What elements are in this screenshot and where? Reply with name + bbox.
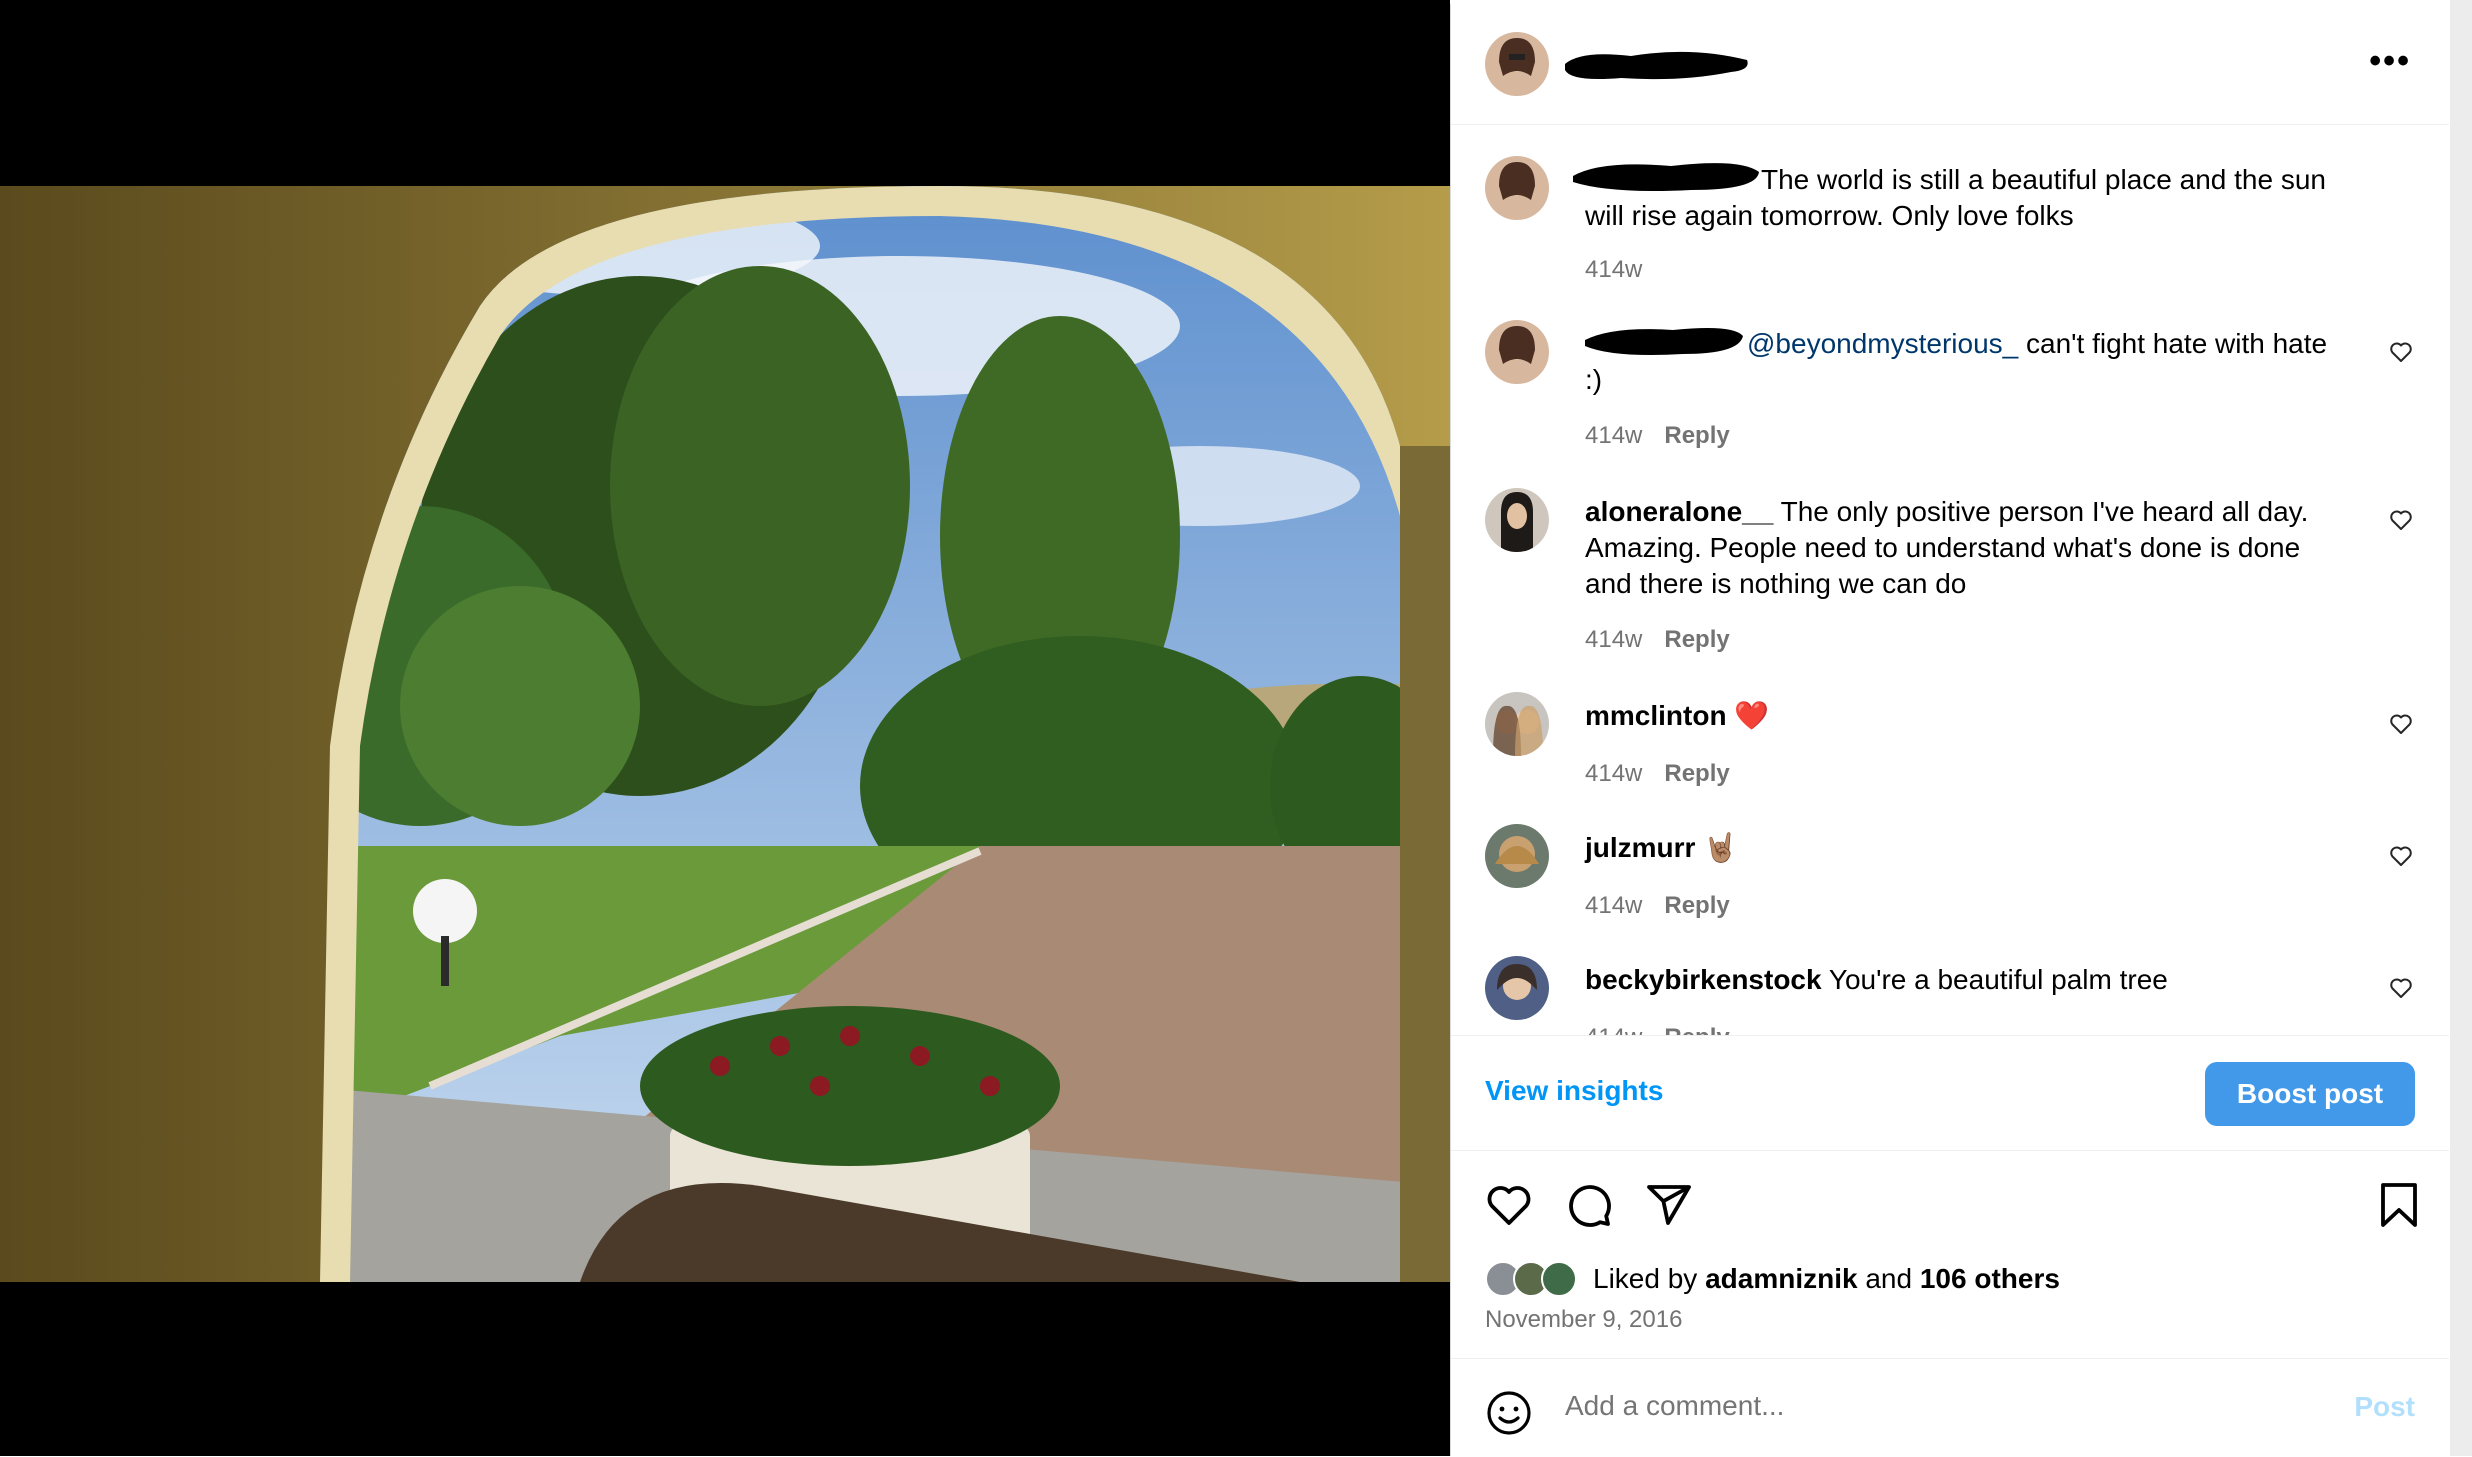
comment-username[interactable]: julzmurr: [1585, 832, 1695, 863]
comment-like-heart-icon[interactable]: [2389, 976, 2413, 1000]
comment-text: @beyondmysterious_ can't fight hate with…: [1585, 326, 2349, 398]
reply-button[interactable]: Reply: [1664, 892, 1729, 919]
comment-text: beckybirkenstock You're a beautiful palm…: [1585, 962, 2349, 998]
post-panel: ••• The world is still a beautiful place…: [1450, 4, 2449, 1456]
liker-avatars: [1485, 1261, 1577, 1297]
post-actions-bar: View insights Boost post: [1451, 1035, 2449, 1151]
commenter-avatar[interactable]: [1485, 488, 1549, 552]
comment-username[interactable]: mmclinton: [1585, 700, 1727, 731]
comment-like-heart-icon[interactable]: [2389, 712, 2413, 736]
owner-avatar[interactable]: [1485, 156, 1549, 220]
heart-icon[interactable]: [1485, 1181, 1533, 1229]
comment-meta: 414w Reply: [1585, 892, 1730, 920]
share-icon[interactable]: [1645, 1181, 1693, 1229]
comment-meta: 414w Reply: [1585, 422, 1730, 450]
owner-avatar[interactable]: [1485, 32, 1549, 96]
commenter-avatar[interactable]: [1485, 824, 1549, 888]
reply-button[interactable]: Reply: [1664, 1024, 1729, 1035]
comment-item: @beyondmysterious_ can't fight hate with…: [1451, 320, 2449, 470]
comment-item: mmclinton ❤️ 414w Reply: [1451, 692, 2449, 812]
comment-like-heart-icon[interactable]: [2389, 844, 2413, 868]
comment-meta: 414w Reply: [1585, 1024, 1730, 1035]
post-media: [0, 0, 1450, 1456]
comment-body: You're a beautiful palm tree: [1821, 964, 2168, 995]
comment-text: julzmurr 🤘🏽: [1585, 830, 2349, 866]
comment-mention[interactable]: @beyondmysterious_: [1747, 328, 2018, 359]
reply-button[interactable]: Reply: [1664, 760, 1729, 787]
more-options-icon[interactable]: •••: [2369, 44, 2411, 78]
commenter-avatar[interactable]: [1485, 956, 1549, 1020]
comment-time: 414w: [1585, 1024, 1642, 1035]
comment-icon[interactable]: [1565, 1181, 1613, 1229]
add-comment-bar: Post: [1451, 1358, 2449, 1457]
comment-like-heart-icon[interactable]: [2389, 508, 2413, 532]
comment-like-heart-icon[interactable]: [2389, 340, 2413, 364]
post-photo: [0, 186, 1450, 1282]
redacted-username: [1565, 51, 1748, 80]
comment-username[interactable]: aloneralone__: [1585, 496, 1773, 527]
comment-time: 414w: [1585, 892, 1643, 919]
engagement-icons: [1451, 1149, 2449, 1259]
comment-item: aloneralone__ The only positive person I…: [1451, 488, 2449, 678]
reply-button[interactable]: Reply: [1664, 422, 1729, 449]
liker-username[interactable]: adamniznik: [1705, 1263, 1857, 1294]
likes-prefix: Liked by: [1593, 1263, 1706, 1294]
likes-text: Liked by adamniznik and 106 others: [1593, 1263, 2060, 1295]
comment-item: julzmurr 🤘🏽 414w Reply: [1451, 824, 2449, 944]
caption-time: 414w: [1585, 256, 1643, 283]
post-header: •••: [1451, 4, 2449, 125]
view-insights-link[interactable]: View insights: [1485, 1075, 1663, 1107]
likes-middle: and: [1857, 1263, 1920, 1294]
commenter-avatar[interactable]: [1485, 320, 1549, 384]
comment-body: ❤️: [1726, 700, 1770, 731]
comment-time: 414w: [1585, 760, 1643, 787]
comment-body: 🤘🏽: [1695, 832, 1739, 863]
likes-others-link[interactable]: 106 others: [1920, 1263, 2060, 1294]
post-date: November 9, 2016: [1485, 1306, 1683, 1333]
reply-button[interactable]: Reply: [1664, 626, 1729, 653]
comment-time: 414w: [1585, 422, 1643, 449]
comment-item: beckybirkenstock You're a beautiful palm…: [1451, 956, 2449, 1035]
caption: The world is still a beautiful place and…: [1451, 156, 2449, 286]
comment-text: mmclinton ❤️: [1585, 698, 2349, 734]
post-comment-button[interactable]: Post: [2354, 1391, 2415, 1423]
comment-meta: 414w Reply: [1585, 760, 1730, 788]
bookmark-icon[interactable]: [2377, 1181, 2421, 1229]
comment-text: aloneralone__ The only positive person I…: [1585, 494, 2349, 602]
comments-list: The world is still a beautiful place and…: [1451, 124, 2449, 1035]
comment-username[interactable]: beckybirkenstock: [1585, 964, 1822, 995]
emoji-icon[interactable]: [1485, 1389, 1533, 1437]
comment-time: 414w: [1585, 626, 1643, 653]
commenter-avatar[interactable]: [1485, 692, 1549, 756]
comment-meta: 414w Reply: [1585, 626, 1730, 654]
caption-text: The world is still a beautiful place and…: [1585, 164, 2326, 231]
window-edge: [2450, 0, 2472, 1456]
comment-input[interactable]: [1563, 1389, 2267, 1423]
boost-post-button[interactable]: Boost post: [2205, 1062, 2415, 1126]
